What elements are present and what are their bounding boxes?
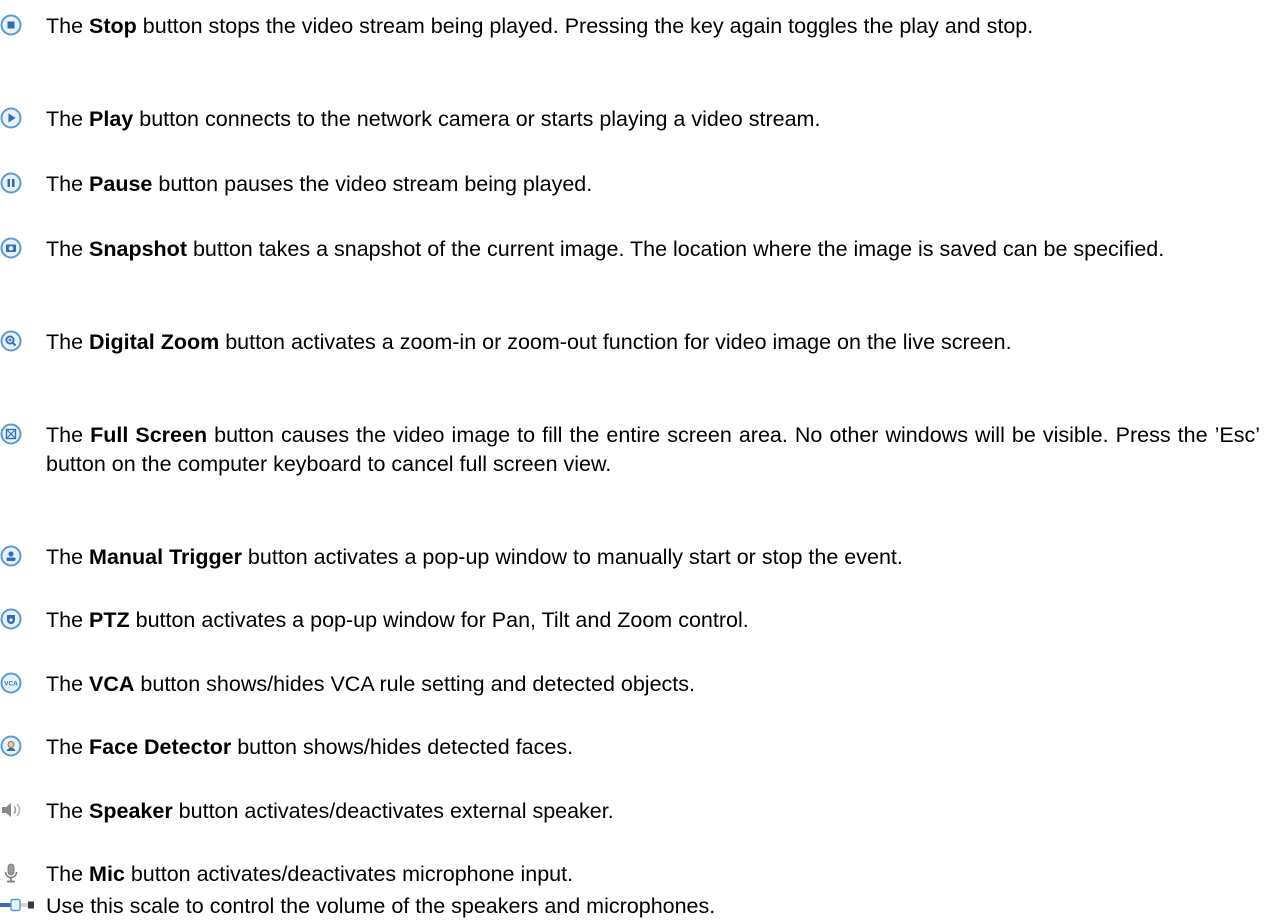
snapshot-icon — [0, 237, 22, 259]
manual-page: The Stop button stops the video stream b… — [0, 0, 1276, 924]
full-screen-icon — [0, 423, 22, 445]
mic-icon — [0, 862, 22, 884]
svg-text:VCA: VCA — [4, 680, 18, 687]
button-name: Speaker — [89, 799, 173, 823]
button-name: Mic — [89, 862, 125, 886]
button-name: Full Screen — [90, 423, 208, 447]
button-name: Digital Zoom — [89, 330, 220, 354]
button-name: VCA — [89, 672, 135, 696]
button-name: Face Detector — [89, 735, 232, 759]
stop-icon — [0, 14, 22, 36]
play-icon — [0, 107, 22, 129]
button-name: Snapshot — [89, 237, 187, 261]
button-name: PTZ — [89, 608, 130, 632]
digital-zoom-icon — [0, 330, 22, 352]
pause-icon — [0, 172, 22, 194]
vca-icon: VCA — [0, 672, 22, 694]
face-detector-icon — [0, 735, 22, 757]
volume-scale-icon — [0, 898, 34, 920]
button-name: Stop — [89, 14, 137, 38]
ptz-icon — [0, 608, 22, 630]
speaker-icon — [0, 799, 22, 821]
manual-trigger-icon — [0, 545, 22, 567]
button-name: Play — [89, 107, 134, 131]
button-name: Pause — [89, 172, 153, 196]
button-name: Manual Trigger — [89, 545, 242, 569]
